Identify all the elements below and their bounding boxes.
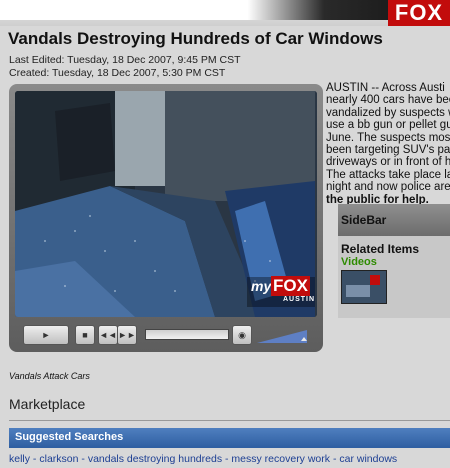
video-caption: Vandals Attack Cars (9, 371, 90, 381)
thumbnail-detail (346, 285, 370, 297)
stop-button[interactable]: ■ (75, 325, 95, 345)
suggested-searches-bar: Suggested Searches (9, 428, 450, 448)
volume-slider[interactable] (257, 327, 309, 345)
created-text: Created: Tuesday, 18 Dec 2007, 5:30 PM C… (9, 67, 226, 79)
link-separator: - (30, 453, 40, 465)
page-title: Vandals Destroying Hundreds of Car Windo… (8, 29, 383, 48)
article-line: been targeting SUV's pa (326, 144, 450, 157)
thumbnail-logo (370, 275, 380, 285)
sidebar-title: SideBar (338, 204, 450, 236)
rewind-button[interactable]: ◄◄ (98, 325, 118, 345)
suggested-searches-title: Suggested Searches (15, 431, 124, 443)
watermark-fox: FOX (271, 276, 310, 296)
article-line: vandalized by suspects w (326, 106, 450, 119)
play-button[interactable]: ► (23, 325, 69, 345)
banner-gradient (0, 0, 450, 20)
video-thumbnail[interactable] (341, 270, 387, 304)
top-banner: FOX (0, 0, 450, 26)
article-line: driveways or in front of h (326, 156, 450, 169)
videos-label[interactable]: Videos (338, 256, 450, 268)
article-line: night and now police are (326, 181, 450, 194)
article-line: nearly 400 cars have bee (326, 94, 450, 107)
seek-bar[interactable] (145, 329, 229, 340)
article-line: use a bb gun or pellet gu (326, 119, 450, 132)
link-separator: - (330, 453, 340, 465)
article-body: AUSTIN -- Across Austi nearly 400 cars h… (326, 82, 450, 206)
article-line: AUSTIN -- Across Austi (326, 82, 445, 94)
myfox-watermark: my FOX AUSTIN (247, 276, 316, 307)
article-line: The attacks take place la (326, 168, 450, 181)
forward-button[interactable]: ►► (117, 325, 137, 345)
watermark-my: my (251, 278, 272, 294)
search-link-vandals[interactable]: vandals destroying hundreds (88, 453, 222, 465)
sidebar: SideBar Related Items Videos (338, 204, 450, 318)
fox-logo[interactable]: FOX (388, 0, 450, 26)
related-items-title: Related Items (341, 242, 420, 256)
search-link-kelly[interactable]: kelly (9, 453, 30, 465)
marketplace-heading: Marketplace (9, 396, 86, 412)
video-player: my FOX AUSTIN ► ■ ◄◄ ►► ◉ (9, 84, 323, 352)
suggested-links: kelly - clarkson - vandals destroying hu… (9, 453, 397, 465)
divider (9, 420, 450, 421)
watermark-city: AUSTIN (283, 296, 316, 303)
article-line: June. The suspects most (326, 131, 450, 144)
search-link-car-windows[interactable]: car windows (339, 453, 397, 465)
video-frame[interactable]: my FOX AUSTIN (15, 91, 317, 317)
last-edited-text: Last Edited: Tuesday, 18 Dec 2007, 9:45 … (9, 54, 241, 66)
search-link-clarkson[interactable]: clarkson (39, 453, 78, 465)
link-separator: - (78, 453, 88, 465)
search-link-messy-recovery[interactable]: messy recovery work (231, 453, 330, 465)
volume-button[interactable]: ◉ (232, 325, 252, 345)
